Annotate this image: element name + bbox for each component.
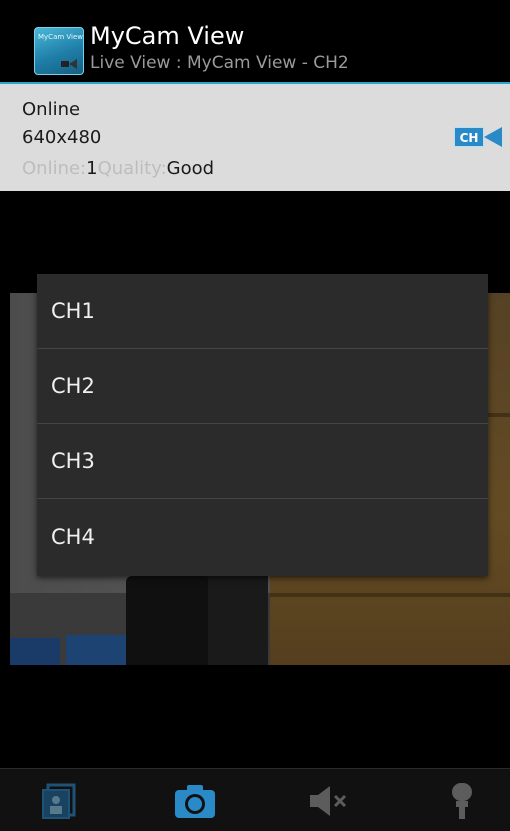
connection-status: Online [22, 99, 81, 120]
channel-dialog: CH1 CH2 CH3 CH4 [37, 274, 488, 576]
camera-icon [175, 785, 215, 818]
online-label: Online: [22, 158, 87, 179]
channel-option-ch3[interactable]: CH3 [37, 424, 488, 499]
microphone-icon [452, 783, 472, 819]
channel-option-ch4[interactable]: CH4 [37, 499, 488, 576]
snapshot-button[interactable] [173, 781, 217, 821]
mute-button[interactable] [308, 781, 352, 821]
gallery-button[interactable] [40, 781, 84, 821]
app-icon-text: MyCam View [38, 33, 84, 41]
quality-label: Quality: [97, 158, 167, 179]
channel-button-label: CH [454, 127, 484, 147]
info-panel: Online 640x480 Online:1Quality:Good CH [0, 84, 510, 191]
channel-camera-icon [484, 127, 502, 147]
gallery-icon [42, 783, 76, 819]
resolution: 640x480 [22, 127, 102, 148]
channel-option-ch2[interactable]: CH2 [37, 349, 488, 424]
stats-line: Online:1Quality:Good [22, 158, 214, 180]
talk-button[interactable] [440, 781, 484, 821]
channel-option-ch1[interactable]: CH1 [37, 274, 488, 349]
channel-button[interactable]: CH [454, 125, 504, 149]
app-icon[interactable]: MyCam View [34, 27, 84, 75]
status-strip [0, 0, 510, 8]
bottom-toolbar [0, 768, 510, 831]
app-subtitle: Live View : MyCam View - CH2 [90, 53, 349, 73]
online-count: 1 [86, 158, 98, 179]
title-bar: MyCam View MyCam View Live View : MyCam … [0, 8, 510, 84]
camera-logo-icon [61, 59, 77, 69]
quality-value: Good [166, 158, 215, 179]
app-title: MyCam View [90, 22, 245, 50]
speaker-muted-icon [310, 786, 347, 816]
